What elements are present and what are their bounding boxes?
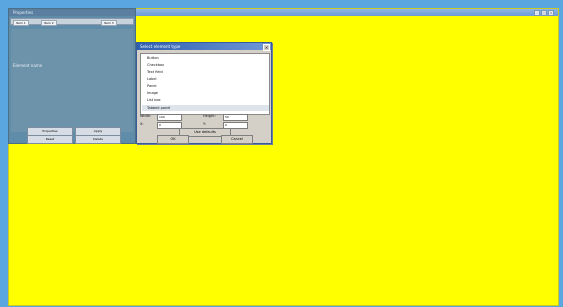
list-item[interactable]: Panel	[147, 83, 156, 89]
dialog-titlebar: Select element type ×	[137, 43, 271, 51]
properties-panel-title: Properties	[9, 9, 135, 16]
toolbar-item[interactable]: Item 1	[13, 20, 29, 26]
toolbar-item[interactable]: Item 2	[41, 20, 57, 26]
list-item[interactable]: Image	[147, 90, 158, 96]
cancel-button[interactable]: Cancel	[221, 135, 253, 144]
x-position-label: X:	[140, 122, 144, 126]
height-field[interactable]: 50	[223, 114, 248, 121]
list-item-selected[interactable]: Tabbed panel	[142, 105, 269, 111]
height-label: Height:	[203, 114, 216, 118]
element-type-dialog: Select element type × Button Checkbox Te…	[136, 42, 272, 144]
dialog-close-button[interactable]: ×	[263, 44, 270, 51]
properties-panel: Properties Item 1 Item 2 Item 3 Element …	[8, 8, 136, 144]
element-name-label: Element name	[13, 63, 43, 68]
list-item[interactable]: Label	[147, 76, 156, 82]
properties-toolbar: Item 1 Item 2 Item 3	[10, 18, 134, 26]
properties-body	[11, 29, 133, 132]
element-type-list[interactable]: Button Checkbox Text field Label Panel I…	[140, 53, 270, 115]
list-item[interactable]: Text field	[147, 69, 163, 75]
y-position-label: Y:	[203, 122, 206, 126]
list-item[interactable]: List box	[147, 97, 161, 103]
reset-button[interactable]: Reset	[27, 135, 73, 144]
toolbar-item[interactable]: Item 3	[101, 20, 117, 26]
list-item[interactable]: Button	[147, 55, 159, 61]
ok-button[interactable]: OK	[157, 135, 189, 144]
maximize-button[interactable]: □	[541, 10, 547, 16]
width-label: Width:	[140, 114, 152, 118]
close-button[interactable]: ×	[548, 10, 554, 16]
delete-button[interactable]: Delete	[75, 135, 121, 144]
list-item[interactable]: Checkbox	[147, 62, 164, 68]
minimize-button[interactable]: –	[534, 10, 540, 16]
width-field[interactable]: 100	[157, 114, 182, 121]
dialog-title: Select element type	[140, 44, 181, 49]
